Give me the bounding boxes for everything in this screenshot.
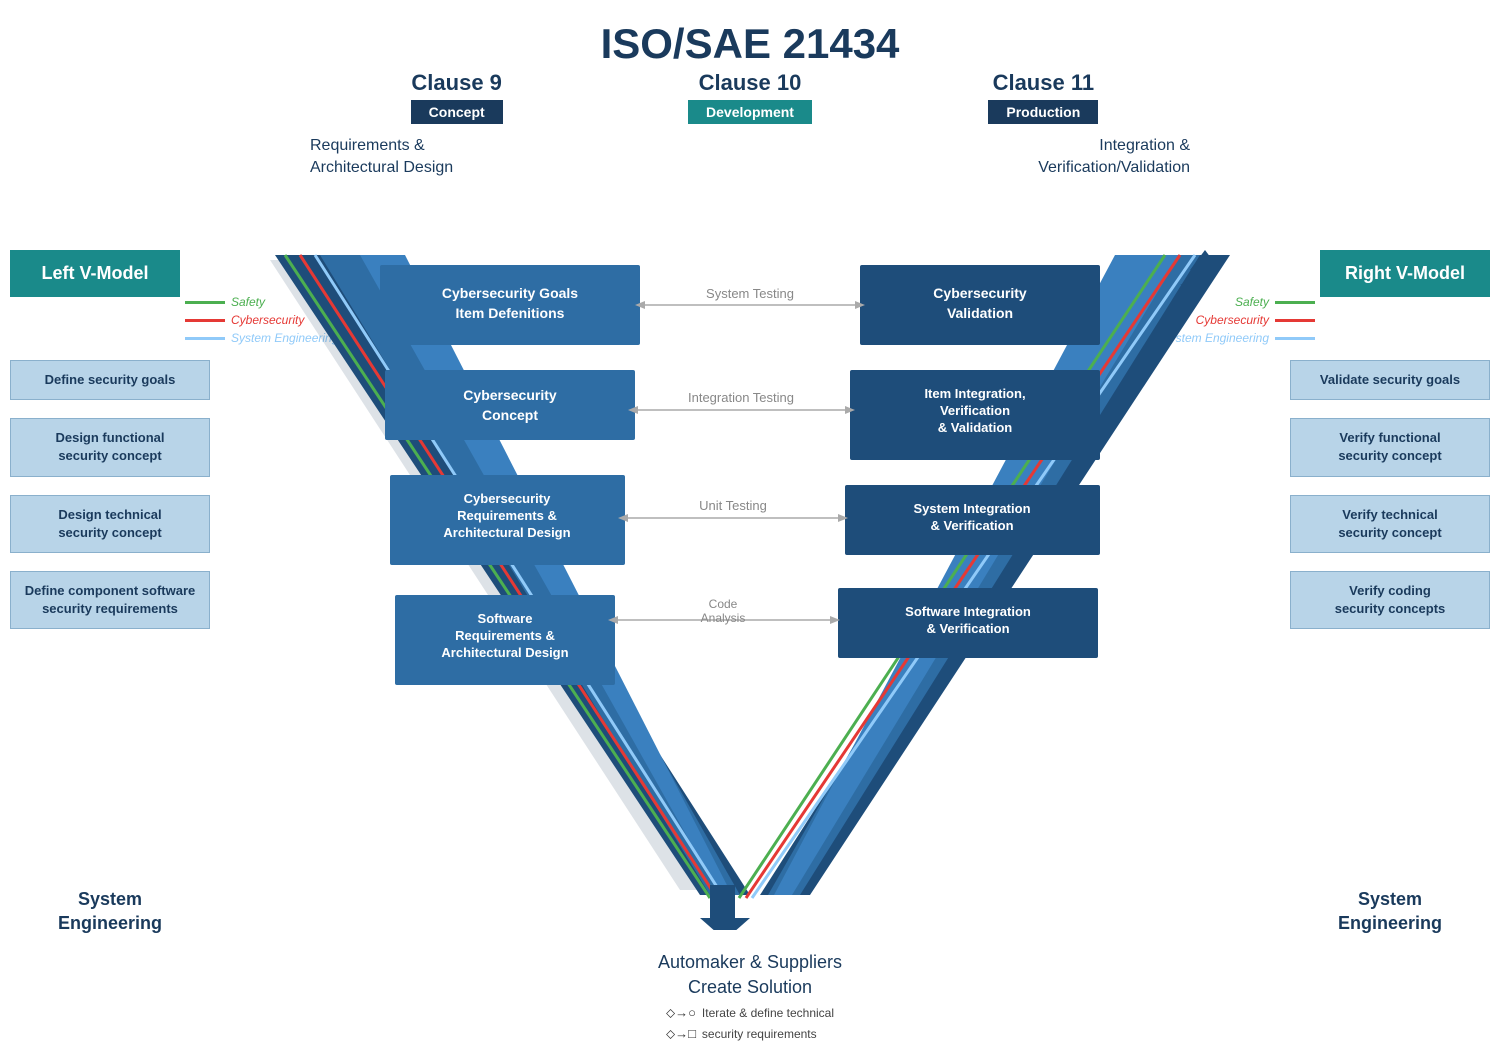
bottom-legend: ⬦→○ Iterate & define technical ⬦→□ secur… bbox=[666, 1003, 834, 1045]
svg-text:System Integration: System Integration bbox=[913, 501, 1030, 516]
clause-10-label: Development bbox=[688, 100, 812, 124]
bottom-label: Automaker & SuppliersCreate Solution bbox=[658, 950, 842, 1000]
svg-text:Item Defenitions: Item Defenitions bbox=[456, 305, 565, 321]
svg-text:Software Integration: Software Integration bbox=[905, 604, 1031, 619]
right-box-4: Verify codingsecurity concepts bbox=[1290, 571, 1490, 629]
clause-9-block: Clause 9 Concept bbox=[310, 70, 603, 124]
left-box-3: Design technicalsecurity concept bbox=[10, 495, 210, 553]
svg-text:Architectural Design: Architectural Design bbox=[443, 525, 570, 540]
left-boxes: Define security goals Design functionals… bbox=[10, 360, 210, 629]
safety-line-right bbox=[1275, 301, 1315, 304]
clause-9-label: Concept bbox=[411, 100, 503, 124]
svg-text:Cybersecurity: Cybersecurity bbox=[464, 491, 551, 506]
sub-header-right: Integration &Verification/Validation bbox=[1038, 135, 1190, 180]
clause-9-number: Clause 9 bbox=[310, 70, 603, 96]
svg-text:& Verification: & Verification bbox=[926, 621, 1009, 636]
right-box-3: Verify technicalsecurity concept bbox=[1290, 495, 1490, 553]
svg-text:Verification: Verification bbox=[940, 403, 1010, 418]
svg-text:Validation: Validation bbox=[947, 305, 1013, 321]
syseng-line-left bbox=[185, 337, 225, 340]
svg-text:Code: Code bbox=[709, 597, 738, 611]
sub-header-left: Requirements &Architectural Design bbox=[310, 135, 453, 180]
safety-line-left bbox=[185, 301, 225, 304]
svg-text:Cybersecurity Goals: Cybersecurity Goals bbox=[442, 285, 578, 301]
cyber-line-left bbox=[185, 319, 225, 322]
syseng-line-right bbox=[1275, 337, 1315, 340]
svg-text:System Testing: System Testing bbox=[706, 286, 794, 301]
clause-11-number: Clause 11 bbox=[897, 70, 1190, 96]
left-box-4: Define component softwaresecurity requir… bbox=[10, 571, 210, 629]
svg-text:Analysis: Analysis bbox=[701, 611, 746, 625]
svg-text:Cybersecurity: Cybersecurity bbox=[933, 285, 1027, 301]
svg-text:& Verification: & Verification bbox=[930, 518, 1013, 533]
v-model-left: Left V-Model bbox=[10, 250, 180, 297]
right-boxes: Validate security goals Verify functiona… bbox=[1290, 360, 1490, 629]
svg-text:Architectural Design: Architectural Design bbox=[441, 645, 568, 660]
legend-text-1: Iterate & define technical bbox=[702, 1004, 834, 1023]
left-box-1: Define security goals bbox=[10, 360, 210, 400]
svg-text:Item Integration,: Item Integration, bbox=[924, 386, 1025, 401]
clause-10-block: Clause 10 Development bbox=[603, 70, 896, 124]
right-box-2: Verify functionalsecurity concept bbox=[1290, 418, 1490, 476]
legend-icon-2: ⬦→□ bbox=[666, 1024, 696, 1045]
svg-text:Software: Software bbox=[478, 611, 533, 626]
svg-text:Requirements &: Requirements & bbox=[455, 628, 555, 643]
svg-text:Requirements &: Requirements & bbox=[457, 508, 557, 523]
cyber-line-right bbox=[1275, 319, 1315, 322]
svg-text:Cybersecurity: Cybersecurity bbox=[463, 387, 557, 403]
clause-10-number: Clause 10 bbox=[603, 70, 896, 96]
clause-11-label: Production bbox=[988, 100, 1098, 124]
svg-text:Integration Testing: Integration Testing bbox=[688, 390, 794, 405]
v-diagram: Cybersecurity Goals Item Defenitions Cyb… bbox=[220, 250, 1280, 930]
svg-text:Unit Testing: Unit Testing bbox=[699, 498, 767, 513]
v-model-right: Right V-Model bbox=[1320, 250, 1490, 297]
sys-eng-right: SystemEngineering bbox=[1290, 888, 1490, 935]
clause-11-block: Clause 11 Production bbox=[897, 70, 1190, 124]
legend-text-2: security requirements bbox=[702, 1025, 817, 1044]
svg-text:& Validation: & Validation bbox=[938, 420, 1012, 435]
legend-icon-1: ⬦→○ bbox=[666, 1003, 696, 1024]
left-box-2: Design functionalsecurity concept bbox=[10, 418, 210, 476]
svg-text:Concept: Concept bbox=[482, 407, 538, 423]
sys-eng-left: SystemEngineering bbox=[10, 888, 210, 935]
page-title: ISO/SAE 21434 bbox=[0, 0, 1500, 78]
right-box-1: Validate security goals bbox=[1290, 360, 1490, 400]
